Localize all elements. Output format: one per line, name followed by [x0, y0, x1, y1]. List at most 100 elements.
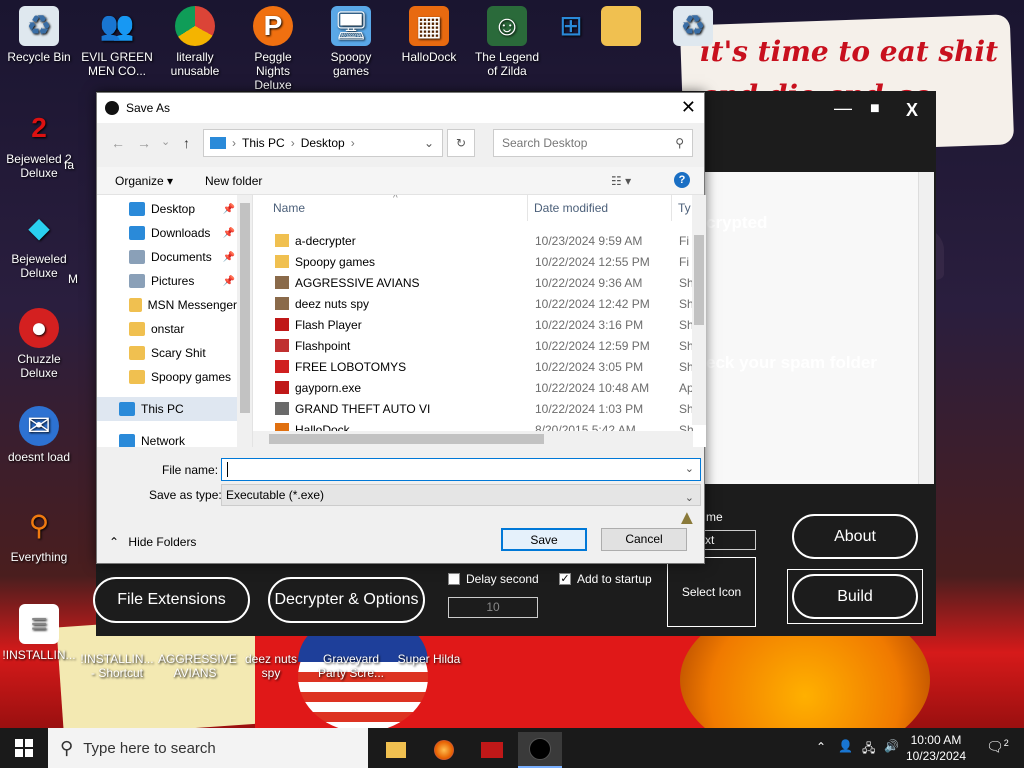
taskbar-chaos-app[interactable]	[518, 732, 562, 768]
desktop-icon-graveyard[interactable]: Graveyard Party Scre...	[314, 652, 388, 680]
notifications-icon[interactable]: 🗨2	[986, 738, 1009, 756]
desktop-icon-hallodock[interactable]: ▦ HalloDock	[392, 6, 466, 64]
desktop-icon-recycle-bin-2[interactable]: ♻	[656, 6, 730, 50]
column-header-name[interactable]: Name	[273, 195, 305, 221]
column-header-date[interactable]: Date modified	[534, 195, 608, 221]
nav-item-onstar[interactable]: onstar	[97, 317, 237, 341]
desktop-icon-installin-shortcut[interactable]: !INSTALLIN... - Shortcut	[80, 652, 154, 680]
address-bar[interactable]: › This PC › Desktop › ⌄	[203, 129, 443, 157]
nav-pane-scrollbar[interactable]	[237, 195, 252, 447]
column-header-type[interactable]: Ty	[678, 195, 691, 221]
delay-seconds-input[interactable]: 10	[448, 597, 538, 618]
network-icon	[119, 434, 135, 447]
desktop-icon-thunderbird[interactable]: ✉ doesnt load	[2, 406, 76, 464]
save-as-type-select[interactable]: Executable (*.exe) ⌄	[221, 484, 701, 506]
file-list-vertical-scrollbar[interactable]	[692, 195, 706, 425]
file-extensions-button[interactable]: File Extensions	[93, 577, 250, 623]
desktop-icon-everything[interactable]: ⚲ Everything	[2, 506, 76, 565]
scrollbar-thumb[interactable]	[694, 235, 704, 325]
tray-msn-icon[interactable]: 👤	[838, 739, 853, 753]
desktop-icon-chrome[interactable]: literally unusable	[158, 6, 232, 78]
column-separator[interactable]	[527, 195, 528, 221]
desktop-folder-icon	[129, 202, 145, 216]
nav-item-pictures[interactable]: Pictures 📌	[97, 269, 237, 293]
tray-volume-icon[interactable]: 🔊	[884, 739, 899, 753]
nav-item-desktop[interactable]: Desktop 📌	[97, 197, 237, 221]
tray-chevron-up-icon[interactable]: ⌃	[816, 740, 826, 754]
dialog-titlebar[interactable]: Save As	[97, 93, 704, 123]
nav-item-this-pc[interactable]: This PC	[97, 397, 237, 421]
desktop-icon-bejeweled[interactable]: ◆ Bejeweled Deluxe	[2, 208, 76, 281]
decrypter-options-button[interactable]: Decrypter & Options	[268, 577, 425, 623]
add-to-startup-checkbox[interactable]: ✓ Add to startup	[559, 572, 652, 586]
nav-item-network[interactable]: Network	[97, 429, 237, 447]
build-button[interactable]: Build	[792, 574, 918, 619]
resize-grip-icon[interactable]: ▲	[677, 507, 697, 530]
file-name-input[interactable]: ⌄	[221, 458, 701, 481]
app-minimize-button[interactable]: —	[834, 98, 852, 119]
file-row[interactable]: deez nuts spy 10/22/2024 12:42 PM Sh	[253, 293, 694, 314]
app-maximize-button[interactable]: ■	[870, 100, 880, 118]
start-button[interactable]	[0, 728, 48, 768]
this-pc-icon	[210, 137, 226, 149]
file-row[interactable]: AGGRESSIVE AVIANS 10/22/2024 9:36 AM Sh	[253, 272, 694, 293]
desktop-icon-chuzzle[interactable]: ● Chuzzle Deluxe	[2, 308, 76, 380]
desktop-icon-installin[interactable]: ≡ !INSTALLIN...	[2, 604, 76, 662]
refresh-button[interactable]: ↻	[447, 129, 475, 157]
app-close-button[interactable]: X	[906, 100, 918, 121]
desktop-icon-deez-nuts-spy[interactable]: deez nuts spy	[234, 652, 308, 680]
address-dropdown-icon[interactable]: ⌄	[424, 136, 434, 150]
file-row[interactable]: Spoopy games 10/22/2024 12:55 PM Fi	[253, 251, 693, 272]
taskbar-search-input[interactable]: ⚲ Type here to search	[48, 728, 368, 768]
taskbar-firefox[interactable]	[422, 732, 466, 768]
help-icon[interactable]: ?	[674, 172, 690, 188]
app-text-scrollbar[interactable]	[918, 172, 934, 484]
breadcrumb-desktop[interactable]: Desktop	[301, 136, 345, 150]
desktop-icon-aggressive-avians[interactable]: AGGRESSIVE AVIANS	[158, 652, 237, 680]
nav-item-downloads[interactable]: Downloads 📌	[97, 221, 237, 245]
file-row[interactable]: GRAND THEFT AUTO VI 10/22/2024 1:03 PM S…	[253, 398, 694, 419]
scrollbar-thumb[interactable]	[240, 203, 250, 413]
desktop-icon-peggle[interactable]: P Peggle Nights Deluxe	[236, 6, 310, 92]
nav-item-msn-messenger[interactable]: MSN Messenger	[97, 293, 237, 317]
chevron-down-icon[interactable]: ⌄	[685, 462, 694, 475]
desktop-icon-super-hilda[interactable]: Super Hilda	[392, 652, 466, 666]
desktop-icon-msn[interactable]: 👥 EVIL GREEN MEN CO...	[80, 6, 154, 79]
hide-folders-toggle[interactable]: ⌃ Hide Folders	[109, 535, 196, 549]
forward-arrow-icon[interactable]: →	[137, 135, 151, 151]
select-icon-button[interactable]: Select Icon	[667, 557, 756, 627]
file-list-horizontal-scrollbar[interactable]	[253, 431, 693, 447]
chevron-up-icon: ⌃	[109, 535, 120, 549]
taskbar-file-explorer[interactable]	[374, 732, 418, 768]
nav-item-scary-shit[interactable]: Scary Shit	[97, 341, 237, 365]
view-options-icon[interactable]: ☷ ▾	[611, 174, 631, 188]
about-button[interactable]: About	[792, 514, 918, 559]
desktop-icon-zilda[interactable]: ☺ The Legend of Zilda	[470, 6, 544, 78]
organize-button[interactable]: Organize ▾	[115, 174, 173, 188]
desktop-icon-recycle-bin[interactable]: ♻ Recycle Bin	[2, 6, 76, 64]
column-separator[interactable]	[671, 195, 672, 221]
desktop-icon-spoopy-games[interactable]: 🖥 Spoopy games	[314, 6, 388, 78]
back-arrow-icon[interactable]: ←	[111, 135, 125, 151]
scrollbar-thumb[interactable]	[269, 434, 544, 444]
file-row[interactable]: Flashpoint 10/22/2024 12:59 PM Sh	[253, 335, 694, 356]
taskbar-app-red[interactable]	[470, 732, 514, 768]
new-folder-button[interactable]: New folder	[205, 174, 262, 188]
breadcrumb-this-pc[interactable]: This PC	[242, 136, 285, 150]
save-button[interactable]: Save	[501, 528, 587, 551]
file-row[interactable]: Flash Player 10/22/2024 3:16 PM Sh	[253, 314, 694, 335]
file-row[interactable]: FREE LOBOTOMYS 10/22/2024 3:05 PM Sh	[253, 356, 694, 377]
desktop-icon-folder[interactable]	[584, 6, 658, 50]
nav-item-spoopy-games[interactable]: Spoopy games	[97, 365, 237, 389]
file-row[interactable]: a-decrypter 10/23/2024 9:59 AM Fi	[253, 230, 693, 251]
recent-chevron-icon[interactable]: ⌄	[161, 135, 170, 148]
file-row[interactable]: gayporn.exe 10/22/2024 10:48 AM Ap	[253, 377, 694, 398]
search-input[interactable]: Search Desktop ⚲	[493, 129, 693, 157]
taskbar-clock[interactable]: 10:00 AM 10/23/2024	[906, 732, 966, 764]
cancel-button[interactable]: Cancel	[601, 528, 687, 551]
delay-second-checkbox[interactable]: Delay second	[448, 572, 539, 586]
dialog-close-button[interactable]: ✕	[681, 97, 696, 118]
nav-item-documents[interactable]: Documents 📌	[97, 245, 237, 269]
tray-network-icon[interactable]: 🖧	[862, 739, 875, 760]
up-arrow-icon[interactable]: ↑	[183, 135, 190, 151]
